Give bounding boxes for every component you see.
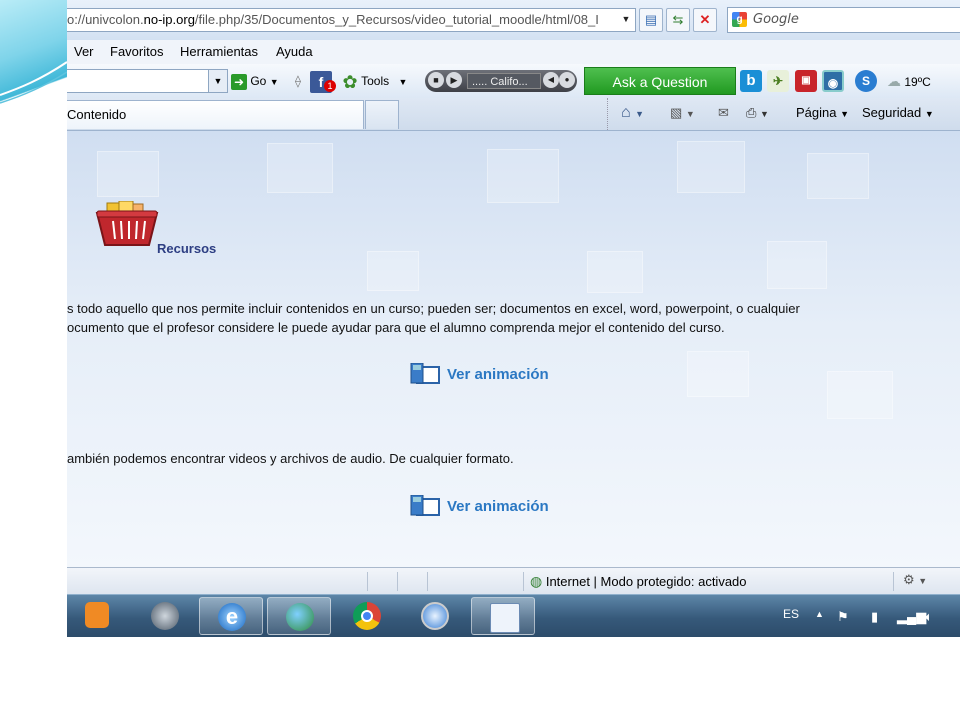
new-tab-button[interactable] xyxy=(365,100,399,129)
separator-icon: ⟠ xyxy=(295,74,301,88)
network-tray-icon[interactable]: ⚑ xyxy=(837,609,849,625)
taskbar-document-app[interactable] xyxy=(471,597,535,635)
security-menu[interactable]: Seguridad ▼ xyxy=(862,98,934,129)
station-select[interactable]: ..... Califo... xyxy=(467,73,541,89)
taskbar-safari[interactable] xyxy=(403,597,467,635)
menu-favoritos[interactable]: Favoritos xyxy=(110,40,163,64)
ver-animacion-link-2[interactable]: Ver animación xyxy=(409,494,549,520)
language-indicator[interactable]: ES xyxy=(783,607,799,621)
toolbar-search-combo[interactable]: ▼ xyxy=(67,69,228,93)
google-icon: g xyxy=(732,12,747,27)
ask-question-button[interactable]: Ask a Question xyxy=(584,67,736,95)
send-icon[interactable]: ✈ xyxy=(767,70,789,92)
bing-icon[interactable]: b xyxy=(740,70,762,92)
slide-background xyxy=(67,637,960,720)
go-button[interactable]: ➜ Go ▼ xyxy=(231,70,279,92)
chevron-down-icon[interactable]: ▼ xyxy=(208,70,227,92)
globe-icon: ◍ xyxy=(530,573,543,589)
tab-bar: Contenido ⌂ ▼ ▧ ▼ ✉ ⎙ ▼ Página ▼ Segurid… xyxy=(67,98,960,131)
security-zone-text: Internet | Modo protegido: activado xyxy=(545,574,747,589)
volume-icon[interactable]: ● xyxy=(559,72,575,88)
url-dropdown-icon[interactable]: ▼ xyxy=(619,8,633,30)
security-zone[interactable]: ◍ Internet | Modo protegido: activado xyxy=(530,568,747,595)
menu-herramientas[interactable]: Herramientas xyxy=(180,40,258,64)
mail-icon[interactable]: ✉ xyxy=(718,98,729,128)
notification-badge: 1 xyxy=(324,80,336,92)
status-bar: ◍ Internet | Modo protegido: activado ⚙ … xyxy=(67,567,960,595)
animation-icon xyxy=(409,494,441,519)
taskbar-chrome[interactable] xyxy=(335,597,399,635)
search-input[interactable]: g Google xyxy=(727,7,960,33)
taskbar-internet-explorer[interactable]: e xyxy=(199,597,263,635)
skype-icon[interactable]: S xyxy=(855,70,877,92)
feeds-icon[interactable]: ▧ ▼ xyxy=(670,98,695,129)
taskbar-messenger[interactable] xyxy=(267,597,331,635)
weather-widget[interactable]: ☁ 19ºC xyxy=(887,70,931,93)
taskbar: e ES ▲ ⚑ ▮ ▂▄▆ 🔈︎ xyxy=(67,594,960,637)
toolbar: ▼ ➜ Go ▼ ⟠ f 1 ✿ Tools ▼ ■ ▶ ..... Calif… xyxy=(67,64,960,99)
cloud-icon: ☁ xyxy=(887,73,901,89)
stop-icon[interactable]: ✕ xyxy=(693,8,717,32)
browser-window: o://univcolon.no-ip.org/file.php/35/Docu… xyxy=(67,0,960,637)
command-bar: ⌂ ▼ ▧ ▼ ✉ ⎙ ▼ Página ▼ Seguridad ▼ xyxy=(607,98,960,130)
home-icon[interactable]: ⌂ ▼ xyxy=(621,98,644,129)
page-menu[interactable]: Página ▼ xyxy=(796,98,849,129)
gear-icon: ✿ xyxy=(342,71,358,92)
volume-tray-icon[interactable]: 🔈︎ xyxy=(925,609,933,625)
webcam-icon[interactable]: ◉ xyxy=(822,70,844,92)
slide-decoration xyxy=(0,0,67,720)
paragraph-line: ambién podemos encontrar videos y archiv… xyxy=(67,451,514,466)
signal-icon[interactable]: ▂▄▆ xyxy=(897,609,926,625)
tab-contenido[interactable]: Contenido xyxy=(67,100,364,129)
zoom-icon[interactable]: ⚙ ▼ xyxy=(903,572,927,588)
section-title: Recursos xyxy=(157,241,217,256)
refresh-icon[interactable]: ⇆ xyxy=(666,8,690,32)
show-hidden-icons[interactable]: ▲ xyxy=(815,609,824,619)
address-bar: o://univcolon.no-ip.org/file.php/35/Docu… xyxy=(67,0,960,41)
arrow-right-icon: ➜ xyxy=(231,73,247,90)
url-field[interactable]: o://univcolon.no-ip.org/file.php/35/Docu… xyxy=(67,8,636,32)
volume-down-icon[interactable]: ◀ xyxy=(543,72,559,88)
compatibility-view-icon[interactable]: ▤ xyxy=(639,8,663,32)
weather-temp: 19ºC xyxy=(904,75,931,89)
paragraph-line: s todo aquello que nos permite incluir c… xyxy=(67,301,800,316)
radio-player[interactable]: ■ ▶ ..... Califo... ◀ ● xyxy=(425,70,577,92)
app-icon[interactable]: ▣ xyxy=(795,70,817,92)
paragraph-line: ocumento que el profesor considere le pu… xyxy=(67,320,725,335)
ver-animacion-link-1[interactable]: Ver animación xyxy=(409,362,549,388)
taskbar-media-player[interactable] xyxy=(67,597,131,635)
power-icon[interactable]: ▮ xyxy=(871,609,878,625)
basket-icon xyxy=(95,200,159,252)
play-icon[interactable]: ■ xyxy=(428,72,444,88)
menu-bar: Ver Favoritos Herramientas Ayuda xyxy=(67,40,960,65)
facebook-button[interactable]: f 1 xyxy=(310,70,336,93)
tools-button[interactable]: ✿ Tools ▼ xyxy=(342,70,407,92)
search-placeholder: Google xyxy=(753,12,799,27)
page-content: Recursos s todo aquello que nos permite … xyxy=(67,131,960,567)
menu-ver[interactable]: Ver xyxy=(74,40,94,64)
taskbar-webcam[interactable] xyxy=(133,597,197,635)
menu-ayuda[interactable]: Ayuda xyxy=(276,40,313,64)
next-icon[interactable]: ▶ xyxy=(446,72,462,88)
print-icon[interactable]: ⎙ ▼ xyxy=(746,98,769,129)
tab-label: Contenido xyxy=(67,107,127,122)
animation-icon xyxy=(409,362,441,387)
